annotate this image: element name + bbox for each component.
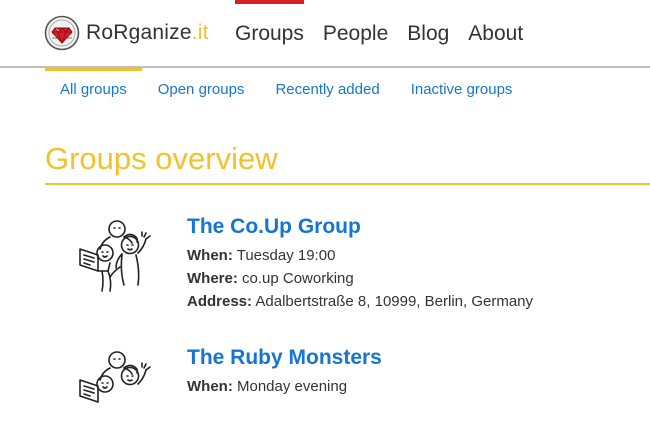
nav-blog[interactable]: Blog [407,0,449,46]
group-card: The Co.Up Group When: Tuesday 19:00 Wher… [72,215,650,325]
main-nav: Groups People Blog About [235,0,542,46]
group-people-illustration [79,351,151,403]
group-details: The Ruby Monsters When: Monday evening [187,346,382,398]
site-header: RoRganize.it Groups People Blog About [0,0,650,66]
group-details: The Co.Up Group When: Tuesday 19:00 Wher… [187,215,533,313]
ruby-gem-icon [44,15,80,51]
group-name-link[interactable]: The Co.Up Group [187,215,533,239]
page-title: Groups overview [45,141,278,176]
nav-groups[interactable]: Groups [235,0,304,46]
group-when: When: Monday evening [187,378,348,395]
group-people-illustration [79,220,151,292]
brand-logo[interactable]: RoRganize.it [44,15,209,51]
brand-name: RoRganize.it [86,21,209,44]
group-card: The Ruby Monsters When: Monday evening [72,346,650,406]
tab-recently-added[interactable]: Recently added [260,68,394,107]
group-address: Address: Adalbertstraße 8, 10999, Berlin… [187,293,534,310]
title-divider [45,183,650,185]
tab-inactive-groups[interactable]: Inactive groups [396,68,528,107]
group-where: Where: co.up Coworking [187,270,354,287]
nav-people[interactable]: People [323,0,388,46]
tab-all-groups[interactable]: All groups [45,68,142,107]
group-filter-tabs: All groups Open groups Recently added In… [45,68,528,107]
tab-open-groups[interactable]: Open groups [143,68,260,107]
group-when: When: Tuesday 19:00 [187,247,336,264]
nav-about[interactable]: About [468,0,523,46]
group-name-link[interactable]: The Ruby Monsters [187,346,382,370]
